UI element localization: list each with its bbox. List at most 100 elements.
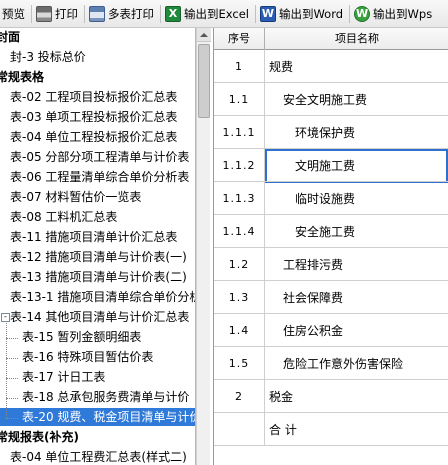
table-row[interactable]: 1.4 住房公积金 [214, 314, 448, 347]
seq-cell[interactable]: 1.4 [214, 314, 265, 346]
tree-item[interactable]: 表-11 措施项目清单计价汇总表 [0, 228, 195, 246]
seq-cell[interactable]: 1.1.3 [214, 182, 265, 214]
table-row[interactable]: 1.1.1 环境保护费 [214, 116, 448, 149]
excel-button[interactable]: X 输出到Excel [163, 3, 253, 25]
tree-connector [6, 358, 18, 359]
seq-cell[interactable]: 1.1.1 [214, 116, 265, 148]
name-cell[interactable]: 规费 [265, 50, 448, 82]
tree-item[interactable]: 表-06 工程量清单综合单价分析表 [0, 168, 195, 186]
table-row[interactable]: 1.1.4 安全施工费 [214, 215, 448, 248]
tree-item[interactable]: 表-13-1 措施项目清单综合单价分析 [0, 288, 195, 306]
tree-item[interactable]: 表-04 单位工程投标报价汇总表 [0, 128, 195, 146]
name-cell-text: 安全施工费 [295, 224, 356, 239]
table-row[interactable]: 1.3 社会保障费 [214, 281, 448, 314]
wps-button[interactable]: W 输出到Wps [352, 3, 436, 25]
tree-item[interactable]: 表-03 单项工程投标报价汇总表 [0, 108, 195, 126]
tree-item-label: 表-02 工程项目投标报价汇总表 [10, 90, 178, 104]
name-cell[interactable]: 危险工作意外伤害保险 [265, 347, 448, 379]
name-cell-text: 税金 [269, 389, 294, 404]
name-cell[interactable]: 税金 [265, 380, 448, 412]
table-row[interactable]: 1.1 安全文明施工费 [214, 83, 448, 116]
table-row[interactable]: 1.2 工程排污费 [214, 248, 448, 281]
name-cell[interactable]: 工程排污费 [265, 248, 448, 280]
word-icon: W [259, 5, 276, 22]
name-cell[interactable]: 合 计 [265, 413, 448, 445]
name-cell[interactable]: 环境保护费 [265, 116, 448, 148]
table-row[interactable]: 1 规费 [214, 50, 448, 83]
table-row[interactable]: 1.5 危险工作意外伤害保险 [214, 347, 448, 380]
scroll-thumb[interactable] [198, 44, 210, 118]
tree-item[interactable]: 表-12 措施项目清单与计价表(一) [0, 248, 195, 266]
tree-item[interactable]: 表-20 规费、税金项目清单与计价 [0, 408, 196, 426]
scroll-up-arrow-icon[interactable] [197, 28, 211, 42]
name-cell[interactable]: 安全施工费 [265, 215, 448, 247]
seq-cell[interactable] [214, 413, 265, 445]
tree-item-label: 表-04 单位工程费汇总表(样式二) [10, 450, 187, 464]
tree-group[interactable]: 常规报表(补充) [0, 428, 195, 446]
multi-print-button[interactable]: 多表打印 [87, 3, 158, 25]
table-row[interactable]: 合 计 [214, 413, 448, 446]
seq-cell[interactable]: 1.5 [214, 347, 265, 379]
tree-item-label: 常规报表(补充) [0, 430, 79, 444]
tree-item[interactable]: 表-16 特殊项目暂估价表 [0, 348, 195, 366]
tree-item[interactable]: 表-14 其他项目清单与计价汇总表 [0, 308, 195, 326]
name-cell-text: 安全文明施工费 [283, 92, 368, 107]
name-cell-text: 文明施工费 [295, 158, 356, 173]
tree-item-label: 表-11 措施项目清单计价汇总表 [10, 230, 178, 244]
name-cell[interactable]: 临时设施费 [265, 182, 448, 214]
name-cell-text: 临时设施费 [295, 191, 356, 206]
toolbar-separator [160, 4, 161, 23]
name-cell-text: 工程排污费 [283, 257, 344, 272]
toolbar-button-label: 预览 [2, 6, 25, 21]
word-button[interactable]: W 输出到Word [258, 3, 347, 25]
tree-group[interactable]: 常规表格 [0, 68, 195, 86]
tree-item[interactable]: 表-17 计日工表 [0, 368, 195, 386]
tree-item[interactable]: 表-05 分部分项工程清单与计价表 [0, 148, 195, 166]
tree-item-label: 表-07 材料暂估价一览表 [10, 190, 142, 204]
toolbar-button-label: 打印 [55, 6, 78, 21]
tree-item[interactable]: 表-18 总承包服务费清单与计价 [0, 388, 195, 406]
name-cell-text: 环境保护费 [295, 125, 356, 140]
tree-item[interactable]: 表-15 暂列金额明细表 [0, 328, 195, 346]
tree-item-label: 封面 [0, 30, 21, 44]
toolbar-separator [349, 4, 351, 23]
preview-button[interactable]: 预览 [0, 3, 29, 25]
table-row[interactable]: 1.1.2 文明施工费 [214, 149, 448, 182]
tree-scrollbar[interactable] [196, 28, 211, 465]
tree-item-label: 表-03 单项工程投标报价汇总表 [10, 110, 178, 124]
header-name: 项目名称 [335, 32, 379, 45]
tree-item[interactable]: 表-08 工料机汇总表 [0, 208, 195, 226]
seq-cell[interactable]: 1.1.2 [214, 149, 265, 181]
tree-item-label: 表-12 措施项目清单与计价表(一) [10, 250, 187, 264]
seq-cell[interactable]: 1.3 [214, 281, 265, 313]
tree-item[interactable]: 表-04 单位工程费汇总表(样式二) [0, 448, 195, 465]
seq-cell[interactable]: 1.2 [214, 248, 265, 280]
multi-print-icon [89, 5, 105, 22]
seq-cell[interactable]: 1 [214, 50, 265, 82]
tree-item[interactable]: 表-02 工程项目投标报价汇总表 [0, 88, 195, 106]
seq-cell[interactable]: 2 [214, 380, 265, 412]
toolbar-separator [31, 4, 32, 23]
tree-item[interactable]: 封-3 投标总价 [0, 48, 195, 66]
tree-group[interactable]: 封面 [0, 28, 195, 46]
tree-item[interactable]: 表-13 措施项目清单与计价表(二) [0, 268, 195, 286]
table-row[interactable]: 1.1.3 临时设施费 [214, 182, 448, 215]
tree-item-label: 表-17 计日工表 [22, 370, 106, 384]
seq-cell[interactable]: 1.1 [214, 83, 265, 115]
name-cell[interactable]: 社会保障费 [265, 281, 448, 313]
tree-item-label: 表-04 单位工程投标报价汇总表 [10, 130, 178, 144]
toolbar-button-label: 输出到Word [278, 6, 344, 21]
tree-item-label: 表-08 工料机汇总表 [10, 210, 118, 224]
seq-cell[interactable]: 1.1.4 [214, 215, 265, 247]
name-cell-text: 住房公积金 [283, 323, 344, 338]
print-button[interactable]: 打印 [34, 3, 82, 25]
name-cell[interactable]: 安全文明施工费 [265, 83, 448, 115]
table-row[interactable]: 2 税金 [214, 380, 448, 413]
tree-item[interactable]: 表-07 材料暂估价一览表 [0, 188, 195, 206]
tree-item-label: 表-20 规费、税金项目清单与计价 [22, 410, 196, 424]
fee-item-table: 序号 项目名称 1 规费 1.1 安全文明施工费 1.1.1 环境保护费 1.1.2 文明施工… [213, 28, 448, 465]
toolbar-button-label: 多表打印 [108, 6, 154, 21]
name-cell[interactable]: 文明施工费 [265, 149, 448, 181]
collapse-toggle-icon[interactable]: - [1, 313, 10, 322]
name-cell[interactable]: 住房公积金 [265, 314, 448, 346]
